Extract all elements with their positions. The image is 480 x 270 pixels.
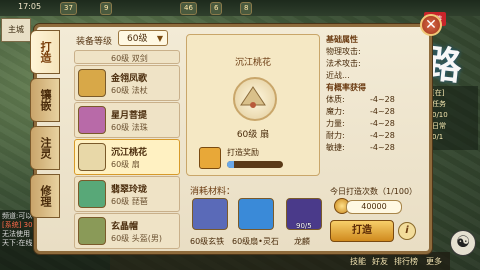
hud-chip[interactable]: 46 — [180, 2, 197, 15]
map-button[interactable]: 主城 — [1, 18, 31, 42]
fan-icon — [78, 143, 106, 171]
beads-icon — [78, 106, 106, 134]
item-sub: 60级 法杖 — [111, 86, 148, 95]
material-count: 90/5 — [296, 222, 312, 230]
hud-chip[interactable]: 6 — [210, 2, 223, 15]
item-name: 金翎凤歌 — [111, 74, 148, 84]
item-sub: 60级 琵琶 — [111, 197, 148, 206]
chevron-down-icon: ▼ — [156, 34, 163, 43]
list-item[interactable]: 翡翠玲珑 60级 琵琶 — [74, 176, 180, 212]
level-value: 60级 — [127, 34, 148, 44]
material-label: 60级玄铁 — [190, 237, 225, 246]
stat-line: 法术攻击: — [326, 59, 361, 68]
fan-icon — [233, 77, 277, 121]
forge-button[interactable]: 打造 — [330, 220, 394, 242]
close-button[interactable]: ✕ — [420, 14, 442, 36]
tab-forge[interactable]: 打造 — [30, 30, 60, 74]
staff-icon — [78, 69, 106, 97]
forge-cost: 40000 — [346, 200, 402, 214]
stat-line: 物理攻击: — [326, 47, 361, 56]
tab-inlay[interactable]: 镶嵌 — [30, 78, 60, 122]
item-name: 星月菩提 — [111, 111, 148, 121]
spirit-stone-icon[interactable] — [238, 198, 274, 230]
item-name: 翡翠玲珑 — [111, 185, 148, 195]
item-sub: 60级 头盔(男) — [111, 234, 162, 243]
quest-line: 任务 — [432, 100, 446, 108]
stats-panel: 基础属性 物理攻击: 法术攻击: 近战... 有概率获得 体质: -4~28 魔力… — [326, 34, 416, 174]
daily-forge-count: 今日打造次数（1/100） — [330, 187, 418, 196]
item-sub: 60级 法珠 — [111, 123, 148, 132]
stat-line: 近战... — [326, 71, 350, 80]
menu-skills[interactable]: 技能 — [350, 256, 366, 267]
stats-heading: 基础属性 — [326, 35, 358, 44]
stats-heading: 有概率获得 — [326, 83, 366, 92]
item-name: 沉江桃花 — [111, 148, 148, 158]
helmet-icon — [78, 217, 106, 245]
list-item-selected[interactable]: 沉江桃花 60级 扇 — [74, 139, 180, 175]
list-item[interactable]: 金翎凤歌 60级 法杖 — [74, 65, 180, 101]
list-item[interactable]: 星月菩提 60级 法珠 — [74, 102, 180, 138]
quest-line: 0/1 — [432, 133, 444, 141]
item-name: 玄晶帽 — [111, 222, 139, 232]
stat-row: 体质: -4~28 — [326, 95, 395, 104]
pipa-icon — [78, 180, 106, 208]
level-dropdown[interactable]: 60级 ▼ — [118, 30, 168, 46]
hud-chip[interactable]: 37 — [60, 2, 77, 15]
stat-row: 敏捷: -4~28 — [326, 143, 395, 152]
equipment-list[interactable]: 60级 双剑 金翎凤歌 60级 法杖 星月菩提 60级 法珠 沉江桃花 60级 … — [74, 50, 182, 262]
reward-progress — [227, 161, 283, 168]
tab-enchant[interactable]: 注灵 — [30, 126, 60, 170]
menu-more[interactable]: 更多 — [426, 256, 442, 267]
menu-friends[interactable]: 好友 — [372, 256, 388, 267]
materials-title: 消耗材料： — [190, 187, 236, 197]
selected-name: 沉江桃花 — [234, 58, 271, 68]
info-icon[interactable]: i — [398, 222, 416, 240]
selected-item-preview: 沉江桃花 60级 扇 打造奖励 — [186, 34, 320, 176]
iron-icon[interactable] — [192, 198, 228, 230]
yinyang-icon[interactable]: ☯ — [450, 230, 476, 256]
quest-line: 0/10 — [432, 111, 448, 119]
material-label: 龙麟 — [294, 237, 310, 246]
stat-row: 力量: -4~28 — [326, 119, 395, 128]
gift-icon[interactable] — [199, 147, 221, 169]
hud-chip[interactable]: 8 — [240, 2, 253, 15]
item-sub: 60级 双剑 — [111, 54, 148, 63]
item-sub: 60级 扇 — [111, 160, 140, 169]
hud-chip[interactable]: 9 — [100, 2, 113, 15]
quest-line: 日常 — [432, 122, 446, 130]
quest-tracker[interactable]: [在] 任务 0/10 日常 0/1 — [430, 86, 478, 150]
stat-row: 耐力: -4~28 — [326, 131, 395, 140]
panel-tabs: 打造 镶嵌 注灵 修理 — [30, 30, 62, 222]
material-label: 60级扇•灵石 — [232, 237, 279, 246]
stat-row: 魔力: -4~28 — [326, 107, 395, 116]
list-item[interactable]: 玄晶帽 60级 头盔(男) — [74, 213, 180, 249]
list-item[interactable]: 60级 双剑 — [74, 50, 180, 64]
level-label: 装备等级 — [76, 37, 113, 47]
selected-level: 60级 扇 — [236, 130, 270, 140]
menu-ranking[interactable]: 排行榜 — [394, 256, 418, 267]
reward-progress-fill — [227, 161, 234, 168]
tab-repair[interactable]: 修理 — [30, 174, 60, 218]
reward-label: 打造奖励 — [227, 148, 259, 157]
clock: 17:05 — [18, 2, 42, 11]
quest-line: [在] — [432, 89, 445, 97]
